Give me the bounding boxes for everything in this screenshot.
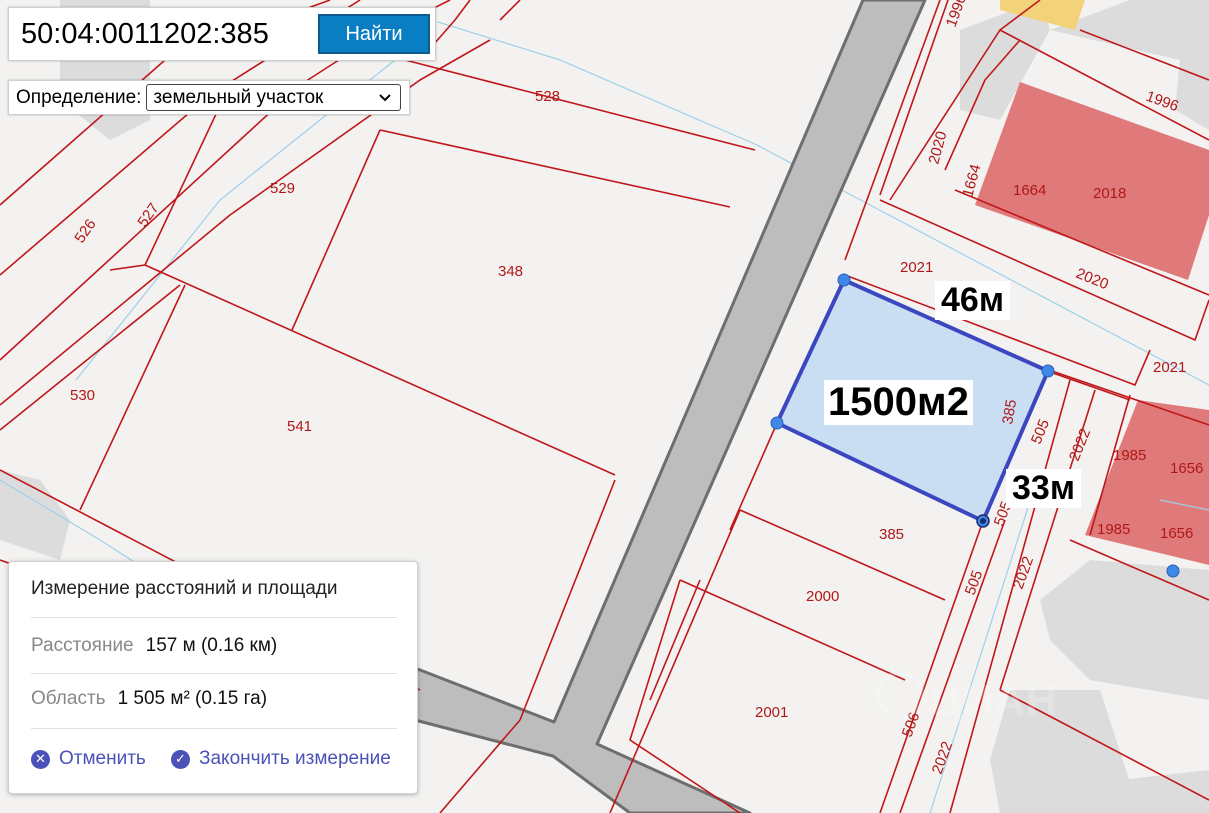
cadastral-search: Найти (8, 7, 436, 61)
search-button[interactable]: Найти (318, 14, 430, 54)
cadastral-number-input[interactable] (16, 15, 308, 53)
chevron-down-icon (377, 88, 393, 112)
plot-label: 348 (498, 263, 523, 280)
vertex-handle-active-dot (980, 518, 986, 524)
plot-label: 530 (70, 387, 95, 404)
side-length-label-top: 46м (935, 281, 1010, 320)
vertex-handle[interactable] (1166, 564, 1180, 578)
area-label: 1500м2 (824, 380, 973, 425)
area-row: Область 1 505 м² (0.15 га) (31, 688, 267, 710)
definition-selector: Определение: земельный участок (8, 80, 410, 115)
plot-label: 541 (287, 418, 312, 435)
finish-label: Закончить измерение (199, 748, 391, 769)
plot-label: 1656 (1170, 460, 1203, 477)
vertex-handle[interactable] (1041, 364, 1055, 378)
plot-label: 1985 (1113, 447, 1146, 464)
distance-row: Расстояние 157 м (0.16 км) (31, 635, 277, 657)
area-value: 1 505 м² (0.15 га) (117, 688, 268, 709)
plot-label: 385 (879, 526, 904, 543)
definition-dropdown[interactable]: земельный участок (146, 84, 402, 112)
area-label-key: Область (31, 688, 106, 709)
finish-measure-button[interactable]: ✓ Закончить измерение (171, 748, 391, 770)
panel-title: Измерение расстояний и площади (31, 578, 338, 599)
distance-value: 157 м (0.16 км) (145, 635, 278, 656)
plot-label: 2021 (900, 259, 933, 276)
divider (31, 617, 397, 618)
plot-label: 2021 (1153, 359, 1186, 376)
vertex-handle[interactable] (770, 416, 784, 430)
plot-label: 2001 (755, 704, 788, 721)
vertex-handle[interactable] (837, 273, 851, 287)
side-length-label-right: 33м (1006, 469, 1081, 508)
divider (31, 673, 397, 674)
divider (31, 728, 397, 729)
plot-label: 528 (535, 88, 560, 105)
svg-text:ЦИАН: ЦИАН (930, 676, 1057, 725)
cancel-button[interactable]: ✕ Отменить (31, 748, 146, 770)
definition-label: Определение: (16, 86, 142, 108)
plot-label: 1664 (1013, 182, 1046, 199)
close-icon: ✕ (31, 749, 50, 769)
cancel-label: Отменить (59, 748, 146, 769)
plot-label: 529 (270, 180, 295, 197)
plot-label: 2000 (806, 588, 839, 605)
measure-panel: Измерение расстояний и площади Расстояни… (8, 561, 418, 794)
check-icon: ✓ (171, 749, 190, 769)
definition-selected-value: земельный участок (153, 86, 324, 108)
distance-label: Расстояние (31, 635, 134, 656)
plot-label: 1985 (1097, 521, 1130, 538)
plot-label: 1656 (1160, 525, 1193, 542)
plot-label: 2018 (1093, 185, 1126, 202)
